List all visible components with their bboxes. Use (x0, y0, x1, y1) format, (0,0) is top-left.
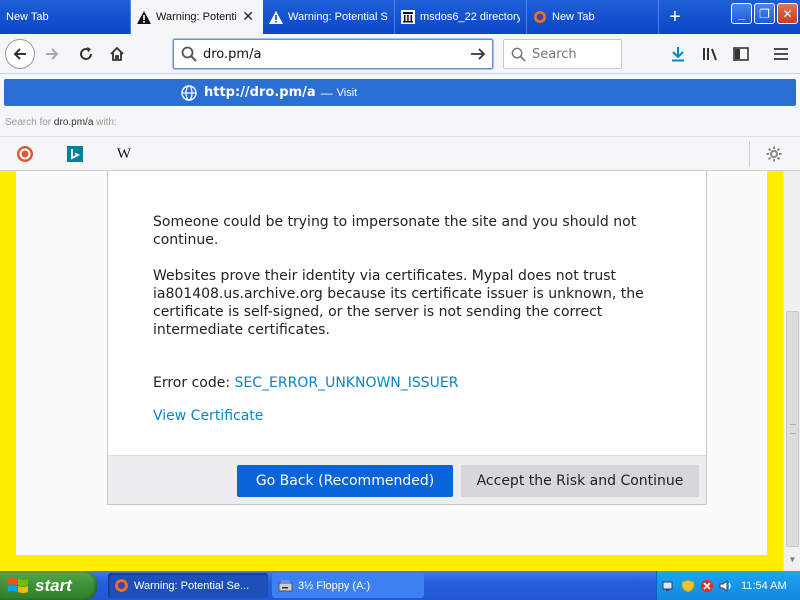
scroll-down-arrow-icon[interactable]: ▼ (786, 553, 799, 567)
search-for-prefix: Search for (5, 117, 54, 128)
floppy-drive-icon (278, 578, 293, 593)
tab-new-tab-2[interactable]: New Tab (527, 0, 659, 34)
firefox-icon (114, 578, 129, 593)
taskbar-item-label: 3½ Floppy (A:) (298, 579, 371, 592)
autocomplete-visit-row[interactable]: http://dro.pm/a — Visit (4, 79, 796, 106)
reload-icon[interactable] (72, 40, 100, 68)
volume-icon[interactable] (719, 579, 733, 593)
impersonate-warning-text: Someone could be trying to impersonate t… (153, 214, 637, 248)
back-arrow-icon[interactable] (5, 39, 35, 69)
bing-icon[interactable] (65, 144, 85, 164)
minimize-icon[interactable]: _ (731, 3, 752, 24)
search-bar[interactable] (503, 39, 622, 69)
warning-frame-inner: Someone could be trying to impersonate t… (16, 171, 767, 555)
duckduckgo-icon[interactable] (15, 144, 35, 164)
menu-hamburger-icon[interactable] (767, 40, 795, 68)
navigation-toolbar (0, 34, 800, 74)
go-back-button[interactable]: Go Back (Recommended) (237, 465, 453, 497)
search-for-text: Search for dro.pm/a with: (5, 117, 117, 128)
windows-taskbar: start Warning: Potential Se... 3½ Floppy… (0, 571, 800, 600)
accept-risk-button[interactable]: Accept the Risk and Continue (461, 465, 699, 497)
taskbar-item-floppy[interactable]: 3½ Floppy (A:) (272, 573, 424, 598)
taskbar-clock: 11:54 AM (741, 579, 787, 592)
autocomplete-dash: — (320, 85, 333, 100)
alert-icon[interactable] (700, 579, 714, 593)
warning-frame: Someone could be trying to impersonate t… (0, 171, 783, 571)
archive-icon (401, 10, 415, 24)
forward-arrow-icon[interactable] (38, 40, 66, 68)
library-icon[interactable] (697, 40, 725, 68)
warning-icon (269, 10, 283, 24)
tab-strip: New Tab Warning: Potential Security Risk… (0, 0, 800, 34)
tab-label: Warning: Potential Security Risk Ahead (288, 11, 388, 23)
close-window-icon[interactable]: ✕ (777, 3, 798, 24)
autocomplete-popup: http://dro.pm/a — Visit Search for dro.p… (0, 74, 800, 171)
tab-warning-2[interactable]: Warning: Potential Security Risk Ahead (263, 0, 395, 34)
warning-icon (137, 10, 151, 24)
tab-warning-active[interactable]: Warning: Potential Security Risk Ahead ✕ (131, 0, 263, 34)
start-button[interactable]: start (0, 571, 97, 600)
tab-new-tab-1[interactable]: New Tab (0, 0, 131, 34)
scrollbar-grip (790, 424, 796, 434)
error-code-label: Error code: (153, 375, 235, 391)
url-bar[interactable] (173, 39, 493, 69)
wikipedia-icon[interactable]: W (114, 144, 134, 164)
globe-icon (181, 84, 197, 101)
search-for-suffix: with: (93, 117, 117, 128)
system-tray: 11:54 AM (656, 571, 800, 600)
firefox-icon (533, 10, 547, 24)
search-for-query: dro.pm/a (53, 117, 94, 128)
button-area: Go Back (Recommended) Accept the Risk an… (108, 455, 706, 504)
error-code-link[interactable]: SEC_ERROR_UNKNOWN_ISSUER (235, 375, 459, 391)
close-tab-icon[interactable]: ✕ (242, 9, 254, 23)
view-certificate-link[interactable]: View Certificate (153, 408, 263, 424)
security-error-box: Someone could be trying to impersonate t… (107, 171, 707, 505)
certificate-explanation-text: Websites prove their identity via certif… (153, 268, 644, 338)
download-icon[interactable] (664, 40, 692, 68)
tab-label: msdos6_22 directory listing (420, 11, 520, 23)
autocomplete-url: http://dro.pm/a (204, 85, 316, 100)
new-tab-plus-icon[interactable]: + (659, 0, 691, 34)
network-icon[interactable] (662, 579, 676, 593)
sidebar-icon[interactable] (727, 40, 755, 68)
taskbar-item-label: Warning: Potential Se... (134, 579, 250, 592)
tab-label: Warning: Potential Security Risk Ahead (156, 11, 236, 23)
security-shield-icon[interactable] (681, 578, 695, 593)
url-input[interactable] (203, 46, 453, 62)
one-off-search-engines: W (0, 136, 800, 171)
windows-flag-icon (7, 575, 29, 597)
search-settings-gear-icon[interactable] (764, 144, 784, 164)
maximize-icon[interactable]: ❐ (754, 3, 775, 24)
search-icon (181, 46, 197, 62)
autocomplete-visit-label: Visit (336, 86, 358, 99)
tab-label: New Tab (552, 11, 595, 23)
error-code-line: Error code: SEC_ERROR_UNKNOWN_ISSUER (153, 375, 459, 391)
tab-msdos-listing[interactable]: msdos6_22 directory listing (395, 0, 527, 34)
engine-separator (749, 141, 750, 167)
search-input[interactable] (532, 46, 612, 62)
home-icon[interactable] (103, 40, 131, 68)
taskbar-item-browser[interactable]: Warning: Potential Se... (108, 573, 268, 598)
page-content: Someone could be trying to impersonate t… (0, 171, 800, 571)
search-icon (511, 47, 526, 62)
start-label: start (35, 575, 72, 595)
go-arrow-icon[interactable] (470, 46, 486, 62)
tab-label: New Tab (6, 11, 49, 23)
vertical-scrollbar[interactable]: ▼ (783, 171, 800, 571)
scrollbar-thumb[interactable] (786, 311, 799, 547)
